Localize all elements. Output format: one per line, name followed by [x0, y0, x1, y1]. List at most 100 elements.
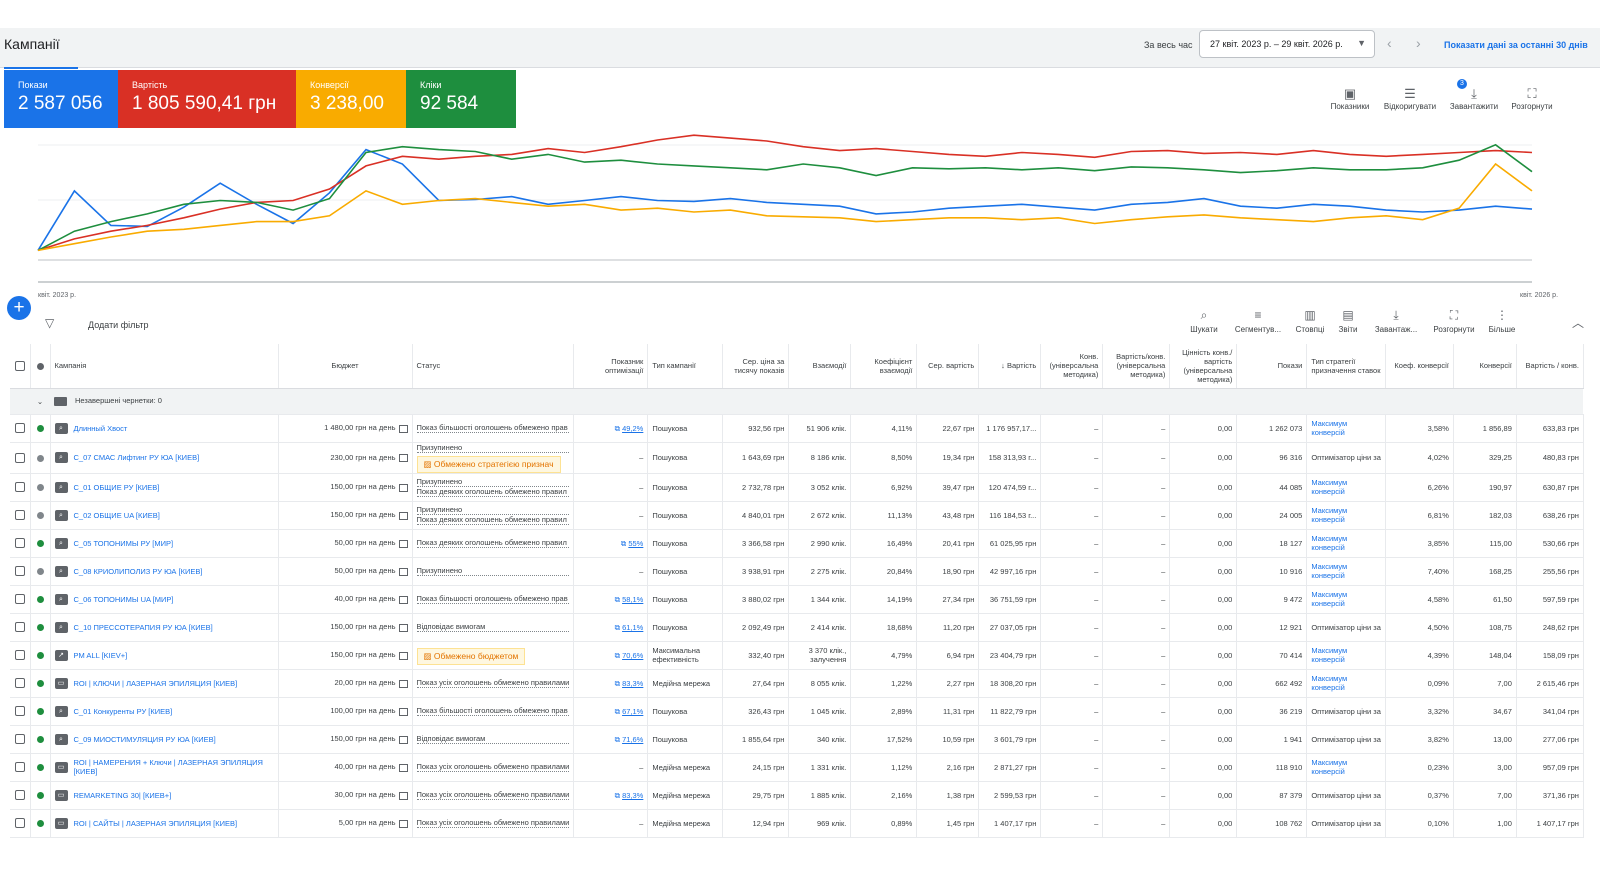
row-checkbox[interactable] — [10, 414, 31, 443]
table-row[interactable]: ⌕ С_09 МИОСТИМУЛЯЦИЯ РУ ЮА [КИЕВ] 150,00 г… — [10, 725, 1584, 754]
budget-chart-icon[interactable] — [398, 791, 408, 800]
status-text[interactable]: Призупинено — [416, 566, 570, 576]
table-row[interactable]: ▭ REMARKETING 30| [КИЕВ+] 30,00 грн на ден… — [10, 781, 1584, 810]
campaign-name-link[interactable]: С_02 ОБЩИЕ UA [КИЕВ] — [74, 511, 160, 520]
table-row[interactable]: ▭ ROI | КЛЮЧИ | ЛАЗЕРНАЯ ЭПИЛЯЦИЯ [КИЕВ] 2… — [10, 669, 1584, 698]
campaign-name-link[interactable]: С_10 ПРЕССОТЕРАПИЯ РУ ЮА [КИЕВ] — [74, 623, 213, 632]
bid-strategy[interactable]: Максимум конверсій — [1306, 501, 1386, 530]
chart-tool-1[interactable]: ☰ Відкоригувати — [1384, 86, 1436, 111]
budget-chart-icon[interactable] — [398, 454, 408, 462]
budget-cell[interactable]: 40,00 грн на день — [278, 585, 413, 614]
status-text[interactable]: Показ усіх оголошень обмежено правилами — [416, 790, 570, 800]
table-tool-3[interactable]: ▤ Звіти — [1322, 308, 1374, 334]
column-header-16[interactable]: Конверсії — [1453, 344, 1517, 389]
filter-icon[interactable]: ▽ — [45, 316, 54, 330]
column-header-4[interactable]: Тип кампанії — [647, 344, 724, 389]
status-text[interactable]: Призупинено — [416, 505, 570, 515]
row-checkbox[interactable] — [10, 669, 31, 698]
optimization-score[interactable]: 58,1% — [622, 595, 643, 604]
row-checkbox[interactable] — [10, 809, 31, 838]
campaign-name-link[interactable]: С_07 СМАС Лифтинг РУ ЮА [КИЕВ] — [74, 453, 200, 462]
row-checkbox[interactable] — [10, 725, 31, 754]
column-header-5[interactable]: Сер. ціна за тисячу показів — [722, 344, 790, 389]
status-chip[interactable]: ▨ Обмежено стратегією признач — [416, 455, 561, 472]
status-text[interactable]: Призупинено — [416, 477, 570, 487]
bid-strategy[interactable]: Максимум конверсій — [1306, 473, 1386, 502]
status-text[interactable]: Показ усіх оголошень обмежено правилами — [416, 818, 570, 828]
recommendation-icon[interactable]: ⧉ — [615, 679, 622, 688]
chevron-down-icon[interactable]: ⌄ — [30, 388, 50, 415]
optimization-score[interactable]: 83,3% — [622, 679, 643, 688]
row-checkbox[interactable] — [10, 697, 31, 726]
row-checkbox[interactable] — [10, 557, 31, 586]
bid-strategy[interactable]: Максимум конверсій — [1306, 529, 1386, 558]
row-checkbox[interactable] — [10, 781, 31, 810]
column-header-3[interactable]: Показник оптимізації — [573, 344, 649, 389]
budget-cell[interactable]: 150,00 грн на день — [278, 641, 413, 670]
optimization-score[interactable]: 49,2% — [622, 424, 643, 433]
budget-chart-icon[interactable] — [398, 819, 408, 828]
table-row[interactable]: ⌕ С_08 КРИОЛИПОЛИЗ РУ ЮА [КИЕВ] 50,00 грн … — [10, 557, 1584, 586]
column-header-0[interactable]: Кампанія — [50, 344, 279, 389]
column-header-11[interactable]: Вартість/конв. (універсальна методика) — [1102, 344, 1171, 389]
recommendation-icon[interactable]: ⧉ — [615, 595, 622, 604]
campaign-name-link[interactable]: Длинный Хвост — [74, 424, 128, 433]
status-text[interactable]: Показ більшості оголошень обмежено прав — [416, 423, 570, 433]
column-header-9[interactable]: ↓ Вартість — [978, 344, 1042, 389]
column-header-6[interactable]: Взаємодії — [788, 344, 852, 389]
status-text[interactable]: Показ більшості оголошень обмежено прав — [416, 706, 570, 716]
chart-tool-0[interactable]: ▣ Показники — [1325, 86, 1375, 111]
table-row[interactable]: ⌕ С_06 ТОПОНИМЫ UA [МИР] 40,00 грн на день… — [10, 585, 1584, 614]
bid-strategy[interactable]: Максимум конверсій — [1306, 585, 1386, 614]
budget-chart-icon[interactable] — [398, 707, 408, 716]
chart-tool-3[interactable]: ⛶ Розгорнути — [1507, 86, 1557, 111]
bid-strategy[interactable]: Максимум конверсій — [1306, 753, 1386, 782]
budget-chart-icon[interactable] — [398, 511, 408, 520]
table-tool-6[interactable]: ⋮ Більше — [1476, 308, 1528, 334]
campaign-name-link[interactable]: PM ALL [KIEV+] — [74, 651, 128, 660]
drafts-row[interactable]: ⌄ Незавершені чернетки: 0 — [10, 388, 1584, 415]
optimization-score[interactable]: 71,6% — [622, 735, 643, 744]
campaign-name-link[interactable]: С_08 КРИОЛИПОЛИЗ РУ ЮА [КИЕВ] — [74, 567, 203, 576]
optimization-score[interactable]: 70,6% — [622, 651, 643, 660]
column-header-7[interactable]: Коефіцієнт взаємодії — [850, 344, 918, 389]
table-tool-4[interactable]: ⤓ Завантаж... — [1370, 308, 1422, 334]
campaign-name-link[interactable]: С_06 ТОПОНИМЫ UA [МИР] — [74, 595, 174, 604]
budget-cell[interactable]: 5,00 грн на день — [278, 809, 413, 838]
recommendation-icon[interactable]: ⧉ — [615, 623, 622, 632]
table-tool-0[interactable]: ⌕ Шукати — [1178, 308, 1230, 334]
status-text[interactable]: Відповідає вимогам — [416, 734, 570, 744]
recommendation-icon[interactable]: ⧉ — [615, 707, 622, 716]
table-row[interactable]: ⌕ С_07 СМАС Лифтинг РУ ЮА [КИЕВ] 230,00 гр… — [10, 442, 1584, 474]
budget-cell[interactable]: 230,00 грн на день — [278, 442, 413, 474]
budget-chart-icon[interactable] — [398, 424, 408, 433]
budget-chart-icon[interactable] — [398, 595, 408, 604]
status-text[interactable]: Відповідає вимогам — [416, 622, 570, 632]
bid-strategy[interactable]: Максимум конверсій — [1306, 414, 1386, 443]
optimization-score[interactable]: 83,3% — [622, 791, 643, 800]
campaign-name-link[interactable]: С_05 ТОПОНИМЫ РУ [МИР] — [74, 539, 174, 548]
row-checkbox[interactable] — [10, 501, 31, 530]
status-text[interactable]: Показ усіх оголошень обмежено правилами — [416, 678, 570, 688]
table-row[interactable]: ⌕ С_02 ОБЩИЕ UA [КИЕВ] 150,00 грн на день П… — [10, 501, 1584, 530]
budget-chart-icon[interactable] — [398, 567, 408, 576]
collapse-icon[interactable]: ︿ — [1572, 314, 1584, 331]
campaign-name-link[interactable]: ROI | НАМЕРЕНИЯ + Ключи | ЛАЗЕРНАЯ ЭПИЛЯ… — [74, 758, 274, 776]
status-detail[interactable]: Показ деяких оголошень обмежено правил — [416, 487, 570, 497]
budget-chart-icon[interactable] — [398, 651, 408, 660]
column-header-17[interactable]: Вартість / конв. — [1516, 344, 1584, 389]
column-header-13[interactable]: Покази — [1236, 344, 1308, 389]
table-tool-5[interactable]: ⛶ Розгорнути — [1428, 308, 1480, 334]
metric-card-2[interactable]: Конверсії 3 238,00 — [296, 70, 406, 128]
budget-cell[interactable]: 50,00 грн на день — [278, 557, 413, 586]
show-last-30-days-link[interactable]: Показати дані за останні 30 днів — [1444, 40, 1588, 50]
metric-card-1[interactable]: Вартість 1 805 590,41 грн — [118, 70, 296, 128]
metric-card-3[interactable]: Кліки 92 584 — [406, 70, 516, 128]
campaign-name-link[interactable]: ROI | САЙТЫ | ЛАЗЕРНАЯ ЭПИЛЯЦИЯ [КИЕВ] — [74, 819, 238, 828]
row-checkbox[interactable] — [10, 641, 31, 670]
budget-chart-icon[interactable] — [398, 539, 408, 548]
table-row[interactable]: ⌕ Длинный Хвост 1 480,00 грн на день Показ … — [10, 414, 1584, 443]
column-header-2[interactable]: Статус — [412, 344, 575, 389]
table-row[interactable]: ▭ ROI | НАМЕРЕНИЯ + Ключи | ЛАЗЕРНАЯ ЭПИЛ… — [10, 753, 1584, 782]
row-checkbox[interactable] — [10, 529, 31, 558]
